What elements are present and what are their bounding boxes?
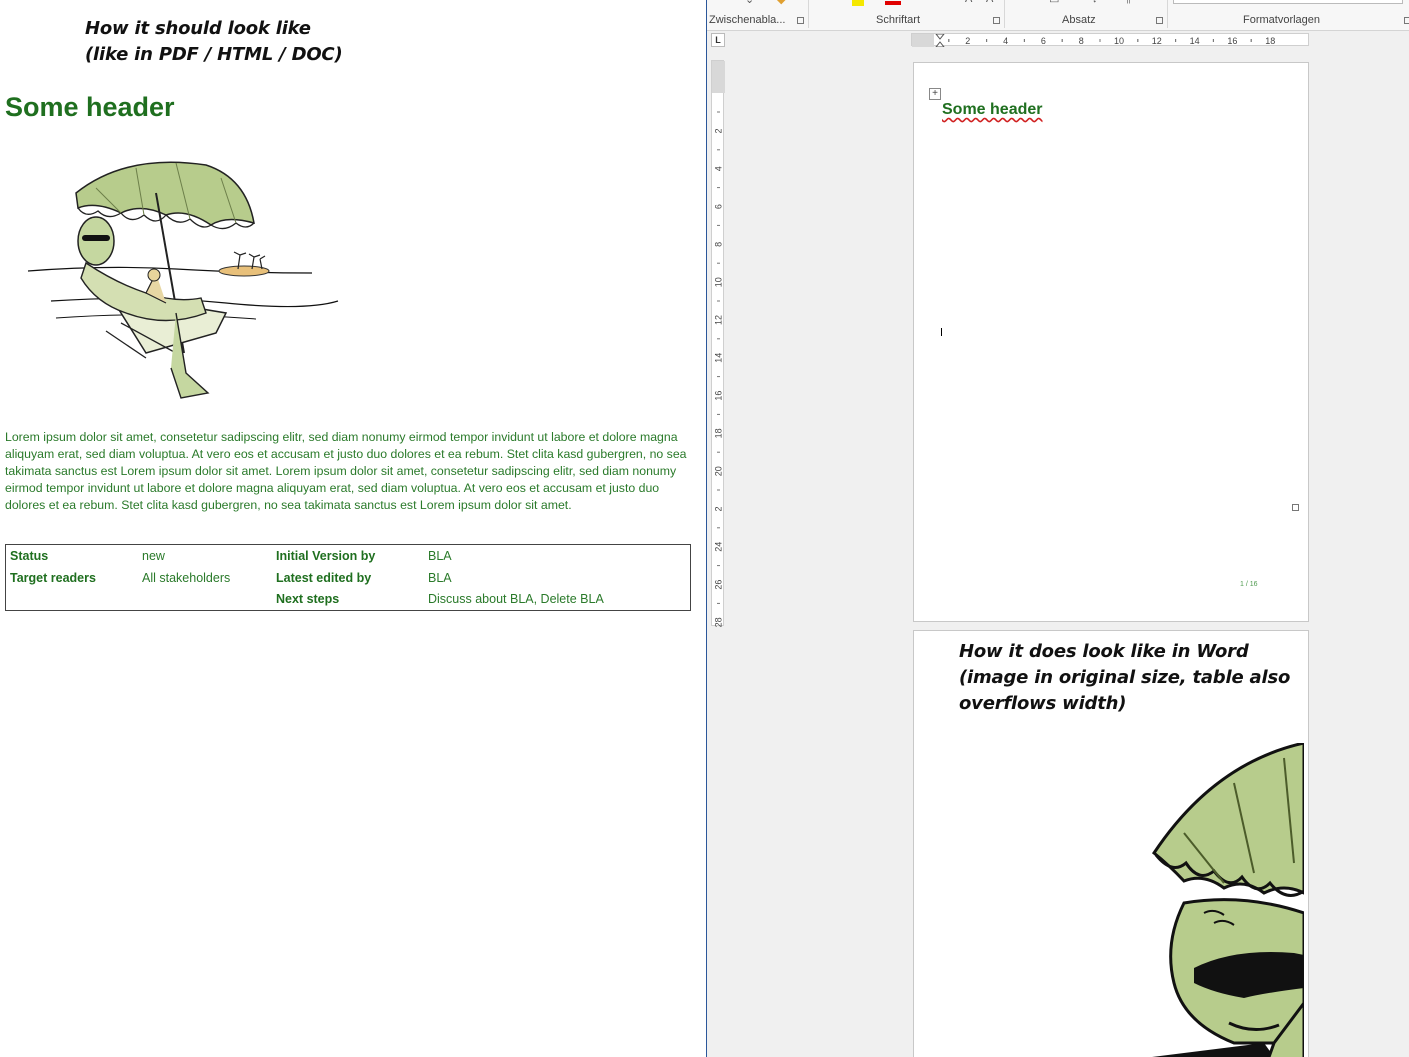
font-color-icon[interactable] [885,1,901,5]
pilcrow-icon[interactable]: ¶ [1125,0,1131,5]
table-cell: BLA [428,570,452,585]
table-cell [6,588,139,610]
group-separator [1004,0,1005,28]
ruler-label: 26 [714,580,724,590]
table-cell: Target readers [10,570,96,585]
expected-annotation: How it should look like (like in PDF / H… [85,16,343,68]
word-window: ⌄ ◆ A A ═ ▭ ↕ ¶ Zwischenabla... Schrifta… [707,0,1409,1057]
ruler-label: 20 [714,466,724,476]
table-cell: Status [10,548,49,563]
text-cursor [941,328,942,336]
ribbon: ⌄ ◆ A A ═ ▭ ↕ ¶ Zwischenabla... Schrifta… [707,0,1409,31]
ruler-label: 24 [714,542,724,552]
annotation-line: (like in PDF / HTML / DOC) [85,44,343,65]
styles-gallery[interactable] [1173,0,1403,4]
table-cell: Initial Version by [276,548,376,563]
ruler-label: 10 [1114,36,1124,46]
ruler-label: 10 [714,277,724,287]
ruler-margin [712,61,725,93]
border-icon[interactable]: ▭ [1049,0,1059,6]
ruler-label: 8 [714,242,724,247]
group-label-styles: Formatvorlagen [1243,14,1321,26]
ruler-label: 14 [714,353,724,363]
ruler-ticks: 2 4 6 8 10 12 14 16 18 [912,34,1275,47]
document-header: Some header [5,92,175,122]
ruler-label: 6 [714,204,724,209]
ruler-label: 2 [714,128,724,133]
horizontal-ruler[interactable]: 2 4 6 8 10 12 14 16 18 [911,33,1309,47]
ruler-label: 4 [1003,36,1008,46]
ruler-label: 16 [1227,36,1237,46]
group-label-font: Schriftart [876,14,921,26]
ruler-label: 28 [714,617,724,627]
styles-launcher-icon[interactable] [1404,17,1409,24]
tab-selector-button[interactable]: L [711,33,725,47]
table-cell: Latest edited by [276,570,372,585]
table-row: Next steps Discuss about BLA, Delete BLA [6,588,691,610]
table-cell: All stakeholders [142,570,231,585]
vertical-ruler[interactable]: 2 4 6 8 10 12 14 16 18 20 2 24 26 28 [711,60,725,627]
grow-font-icon[interactable]: A [965,0,972,5]
align-icon[interactable]: ═ [1015,0,1023,5]
table-move-handle-icon[interactable]: + [929,88,941,100]
table-cell: Next steps [276,592,340,607]
beach-cartoon-image [27,161,339,399]
highlight-icon[interactable] [852,0,864,6]
expected-rendering-panel: How it should look like (like in PDF / H… [0,0,706,1057]
ruler-label: 18 [1265,36,1275,46]
group-label-paragraph: Absatz [1062,14,1096,26]
table-cell [138,588,272,610]
group-label-clipboard: Zwischenabla... [709,14,786,26]
table-cell: new [142,548,165,563]
word-annotation: How it does look like in Word (image in … [959,639,1290,717]
table-cell: Discuss about BLA, Delete BLA [428,592,604,607]
paste-icon[interactable]: ⌄ [745,0,754,6]
table-row: Target readers All stakeholders Latest e… [6,567,691,589]
table-row: Status new Initial Version by BLA [6,545,691,567]
enlarged-beach-image[interactable] [1064,743,1304,1057]
body-paragraph: Lorem ipsum dolor sit amet, consetetur s… [5,430,687,512]
ruler-label: 6 [1041,36,1046,46]
indent-marker-icon [935,34,945,47]
group-separator [1167,0,1168,28]
sort-icon[interactable]: ↕ [1092,0,1098,5]
ruler-label: 2 [965,36,970,46]
ruler-label: 8 [1079,36,1084,46]
document-page[interactable]: How it does look like in Word (image in … [913,630,1309,1057]
clipboard-launcher-icon[interactable] [797,17,804,24]
group-separator [808,0,809,28]
ruler-label: 12 [1152,36,1162,46]
ruler-ticks: 24681012141618202242628 [712,61,725,627]
format-painter-icon[interactable]: ◆ [777,0,785,6]
metadata-table: Status new Initial Version by BLA Target… [5,544,691,611]
ruler-label: 12 [714,315,724,325]
document-page[interactable]: + Some header 1 / 16 [913,62,1309,622]
ruler-label: 14 [1190,36,1200,46]
annotation-line: How it does look like in Word [959,641,1249,662]
table-resize-handle-icon[interactable] [1292,504,1299,511]
page-number: 1 / 16 [1240,581,1258,588]
annotation-line: How it should look like [85,18,311,39]
ruler-label: 18 [714,428,724,438]
annotation-line: (image in original size, table also [959,667,1291,688]
font-launcher-icon[interactable] [993,17,1000,24]
paragraph-launcher-icon[interactable] [1156,17,1163,24]
shrink-font-icon[interactable]: A [986,0,993,5]
table-cell: BLA [428,548,452,563]
ruler-margin [912,34,934,47]
ruler-label: 2 [714,506,724,511]
page-header-text[interactable]: Some header [942,101,1042,119]
annotation-line: overflows width) [959,693,1127,714]
ruler-label: 16 [714,391,724,401]
ruler-label: 4 [714,166,724,171]
